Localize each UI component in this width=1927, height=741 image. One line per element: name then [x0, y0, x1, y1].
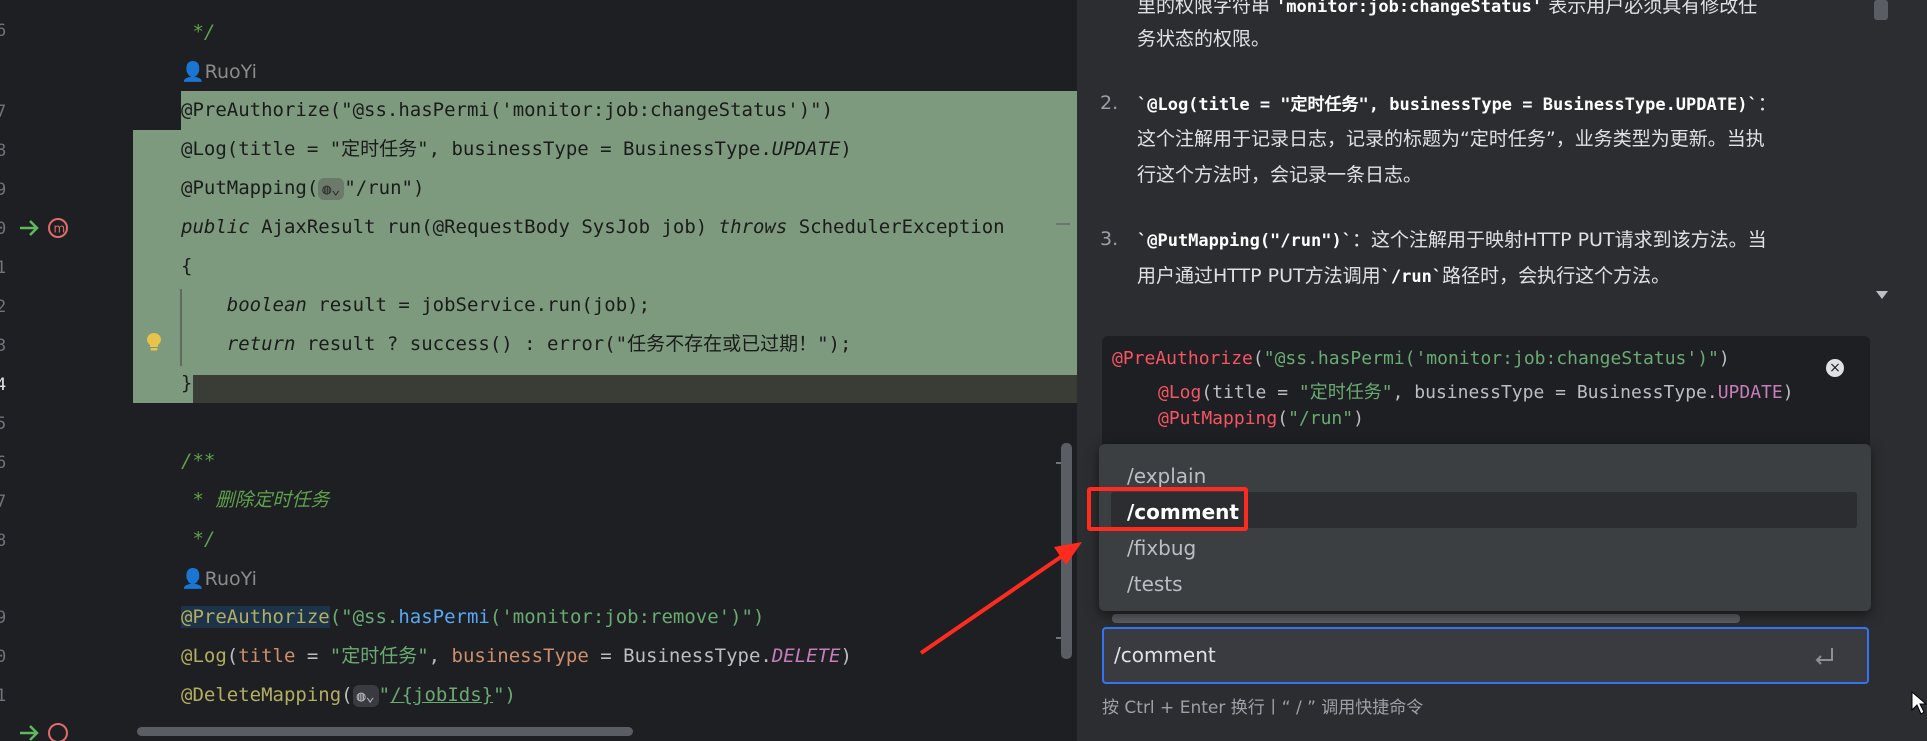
code-line: boolean result = jobService.run(job); [181, 294, 651, 316]
code-line: { [181, 255, 193, 277]
code-line: @PreAuthorize("@ss.hasPermi('monitor:job… [181, 606, 765, 628]
code-line: public AjaxResult run(@RequestBody SysJo… [181, 216, 1005, 238]
enter-icon[interactable] [1814, 647, 1834, 665]
line-number: 8 [0, 531, 7, 551]
command-explain[interactable]: /explain [1127, 464, 1206, 488]
author-hint: 👤RuoYi [181, 60, 257, 83]
path-link[interactable]: /{jobIds} [390, 684, 493, 706]
user-icon: 👤 [181, 61, 205, 83]
chat-scrollbar[interactable] [1872, 0, 1891, 308]
lightbulb-icon[interactable] [145, 332, 163, 352]
chat-paragraph: 务状态的权限。 [1137, 28, 1271, 50]
preview-code-line: @PreAuthorize("@ss.hasPermi('monitor:job… [1112, 348, 1730, 369]
code-line: return result ? success() : error("任务不存在… [181, 333, 852, 355]
run-gutter-icon[interactable]: m [18, 215, 70, 241]
code-comment: * 删除定时任务 [181, 489, 330, 511]
list-number: 3. [1100, 228, 1119, 250]
command-tests[interactable]: /tests [1127, 572, 1183, 596]
line-number: 1 [0, 258, 7, 278]
line-number: 8 [0, 141, 7, 161]
chat-paragraph: 这个注解用于记录日志，记录的标题为“定时任务”，业务类型为更新。当执 [1137, 128, 1765, 150]
author-name: RuoYi [204, 61, 257, 83]
chat-response: 里的权限字符串 'monitor:job:changeStatus' 表示用户必… [1077, 0, 1873, 308]
line-number: 9 [0, 180, 7, 200]
line-number: 5 [0, 414, 7, 434]
code-comment: */ [181, 528, 216, 550]
user-icon: 👤 [181, 568, 205, 590]
editor-vertical-scrollbar[interactable] [1061, 443, 1072, 659]
chat-input-value: /comment [1114, 643, 1216, 667]
line-number: 7 [0, 492, 7, 512]
chat-paragraph: 行这个方法时，会记录一条日志。 [1137, 164, 1423, 186]
line-number: 2 [0, 297, 7, 317]
line-number: 6 [0, 453, 7, 473]
preview-horizontal-scrollbar[interactable] [1112, 614, 1740, 623]
preview-code-line: @PutMapping("/run") [1158, 408, 1364, 429]
line-number: 0 [0, 219, 7, 239]
editor-gutter: 6 7 8 9 0 1 2 3 4 5 6 7 8 9 0 1 m [0, 0, 133, 741]
chat-list-item: `@PutMapping("/run")`：这个注解用于映射HTTP PUT请求… [1137, 229, 1767, 251]
globe-inlay-icon[interactable]: ◍⌄ [352, 684, 379, 707]
close-preview-icon[interactable]: × [1826, 359, 1844, 377]
code-line: } [181, 372, 193, 394]
run-gutter-icon[interactable] [18, 720, 70, 741]
list-number: 2. [1100, 92, 1119, 114]
code-line: @Log(title = "定时任务", businessType = Busi… [181, 138, 852, 160]
editor-horizontal-scrollbar[interactable] [137, 727, 633, 736]
line-number: 4 [0, 375, 7, 395]
author-name: RuoYi [204, 568, 257, 590]
preview-code-line: @Log(title = "定时任务", businessType = Busi… [1158, 382, 1794, 403]
code-line: @Log(title = "定时任务", businessType = Busi… [181, 645, 852, 667]
line-number: 0 [0, 647, 7, 667]
code-editor[interactable]: 6 7 8 9 0 1 2 3 4 5 6 7 8 9 0 1 m */ 👤Ru… [0, 0, 1077, 741]
chat-input[interactable]: /comment [1102, 627, 1869, 684]
author-hint: 👤RuoYi [181, 567, 257, 590]
chat-list-item: `@Log(title = "定时任务", businessType = Bus… [1137, 93, 1777, 115]
command-fixbug[interactable]: /fixbug [1127, 536, 1196, 560]
line-number: 6 [0, 21, 7, 41]
line-number: 1 [0, 686, 7, 706]
input-hint: 按 Ctrl + Enter 换行丨“ / ” 调用快捷命令 [1102, 698, 1424, 718]
line-number: 9 [0, 608, 7, 628]
chat-paragraph: 用户通过HTTP PUT方法调用`/run`路径时，会执行这个方法。 [1137, 265, 1671, 287]
code-line: @PutMapping(◍⌄ "/run") [181, 177, 425, 200]
globe-inlay-icon[interactable]: ◍⌄ [318, 177, 345, 200]
code-comment: */ [181, 21, 216, 43]
code-comment: /** [181, 450, 216, 472]
highlight-box [1087, 487, 1248, 531]
code-line: @DeleteMapping(◍⌄ "/{jobIds}") [181, 684, 516, 707]
line-number: 3 [0, 336, 7, 356]
code-line: @PreAuthorize("@ss.hasPermi('monitor:job… [181, 99, 834, 121]
svg-text:m: m [54, 222, 66, 236]
chat-scrollbar-thumb[interactable] [1874, 0, 1888, 20]
scroll-down-arrow-icon[interactable] [1876, 291, 1888, 299]
line-number: 7 [0, 102, 7, 122]
cursor-icon [1911, 690, 1927, 715]
